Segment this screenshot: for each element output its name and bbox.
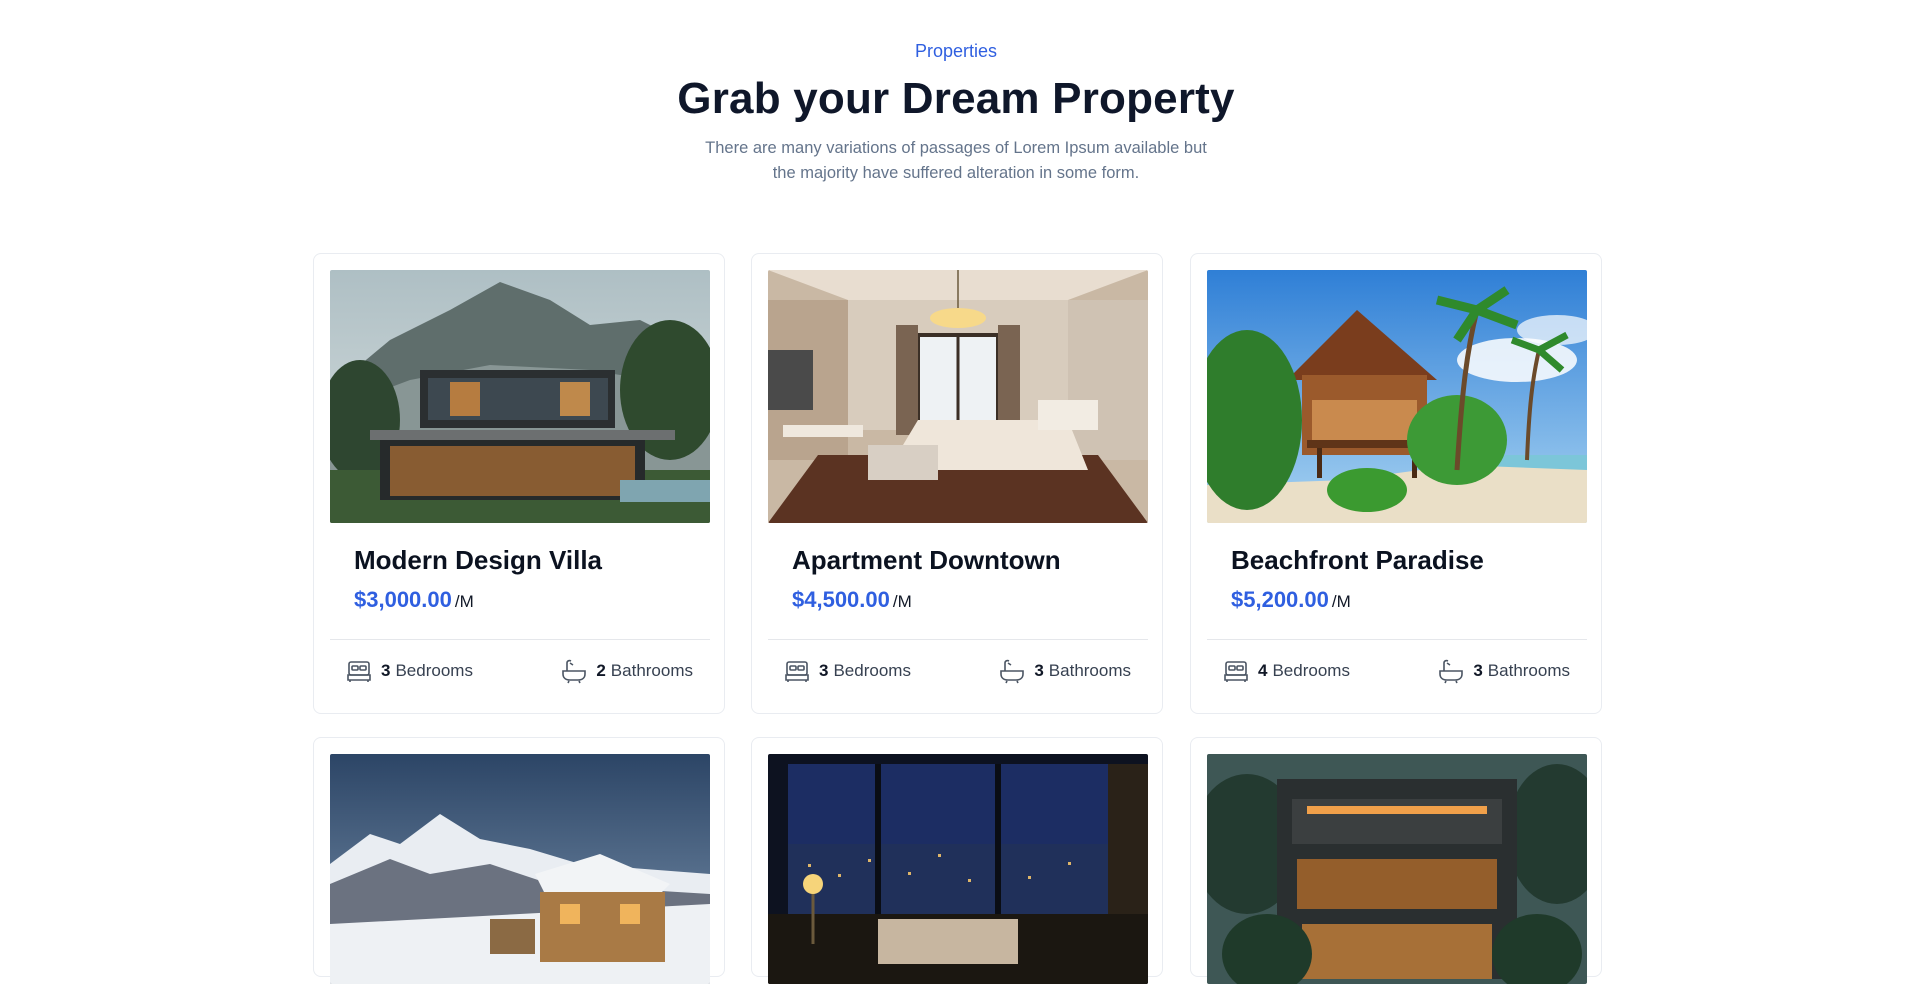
- bathrooms-label: Bathrooms: [610, 661, 693, 680]
- bathrooms-info: 2 Bathrooms: [560, 657, 693, 685]
- property-name[interactable]: Modern Design Villa: [354, 545, 602, 576]
- section-title: Grab your Dream Property: [677, 74, 1235, 123]
- bedrooms-count: 3: [819, 661, 829, 680]
- bathtub-icon: [1437, 657, 1465, 685]
- property-price: $4,500.00/M: [792, 587, 912, 613]
- property-price: $5,200.00/M: [1231, 587, 1351, 613]
- bathrooms-count: 3: [1034, 661, 1044, 680]
- property-image-villa[interactable]: [330, 270, 710, 523]
- bathrooms-count: 3: [1473, 661, 1483, 680]
- bedrooms-info: 3 Bedrooms: [783, 657, 911, 685]
- bed-icon: [345, 657, 373, 685]
- property-card[interactable]: Apartment Downtown $4,500.00/M 3 Bedroom…: [751, 253, 1163, 714]
- bedrooms-info: 3 Bedrooms: [345, 657, 473, 685]
- property-image-apartment[interactable]: [768, 270, 1148, 523]
- card-divider: [330, 639, 710, 640]
- bedrooms-info: 4 Bedrooms: [1222, 657, 1350, 685]
- bathtub-icon: [560, 657, 588, 685]
- card-divider: [768, 639, 1148, 640]
- property-name[interactable]: Apartment Downtown: [792, 545, 1061, 576]
- price-unit: /M: [1331, 592, 1351, 611]
- bedrooms-count: 4: [1258, 661, 1268, 680]
- property-image-chalet[interactable]: [330, 754, 710, 984]
- bedrooms-label: Bedrooms: [833, 661, 911, 680]
- price-amount: $5,200.00: [1231, 587, 1329, 612]
- price-amount: $3,000.00: [354, 587, 452, 612]
- bathrooms-label: Bathrooms: [1487, 661, 1570, 680]
- bathrooms-info: 3 Bathrooms: [998, 657, 1131, 685]
- bedrooms-label: Bedrooms: [395, 661, 473, 680]
- bed-icon: [1222, 657, 1250, 685]
- property-name[interactable]: Beachfront Paradise: [1231, 545, 1484, 576]
- section-eyebrow: Properties: [914, 41, 998, 61]
- property-price: $3,000.00/M: [354, 587, 474, 613]
- bedrooms-label: Bedrooms: [1272, 661, 1350, 680]
- bathrooms-count: 2: [596, 661, 606, 680]
- property-card[interactable]: Modern Design Villa $3,000.00/M 3 Bedroo…: [313, 253, 725, 714]
- price-unit: /M: [892, 592, 912, 611]
- bed-icon: [783, 657, 811, 685]
- property-card[interactable]: [313, 737, 725, 984]
- property-image-beach-house[interactable]: [1207, 270, 1587, 523]
- bedrooms-count: 3: [381, 661, 391, 680]
- price-amount: $4,500.00: [792, 587, 890, 612]
- bathrooms-info: 3 Bathrooms: [1437, 657, 1570, 685]
- property-card[interactable]: [1190, 737, 1602, 984]
- section-subtitle: There are many variations of passages of…: [705, 139, 1207, 182]
- property-image-city-loft[interactable]: [768, 754, 1148, 984]
- property-card[interactable]: Beachfront Paradise $5,200.00/M 4 Bedroo…: [1190, 253, 1602, 714]
- property-image-night-house[interactable]: [1207, 754, 1587, 984]
- card-divider: [1207, 639, 1587, 640]
- property-card[interactable]: [751, 737, 1163, 984]
- price-unit: /M: [454, 592, 474, 611]
- bathrooms-label: Bathrooms: [1048, 661, 1131, 680]
- bathtub-icon: [998, 657, 1026, 685]
- properties-section: Properties Grab your Dream Property Ther…: [0, 0, 1912, 984]
